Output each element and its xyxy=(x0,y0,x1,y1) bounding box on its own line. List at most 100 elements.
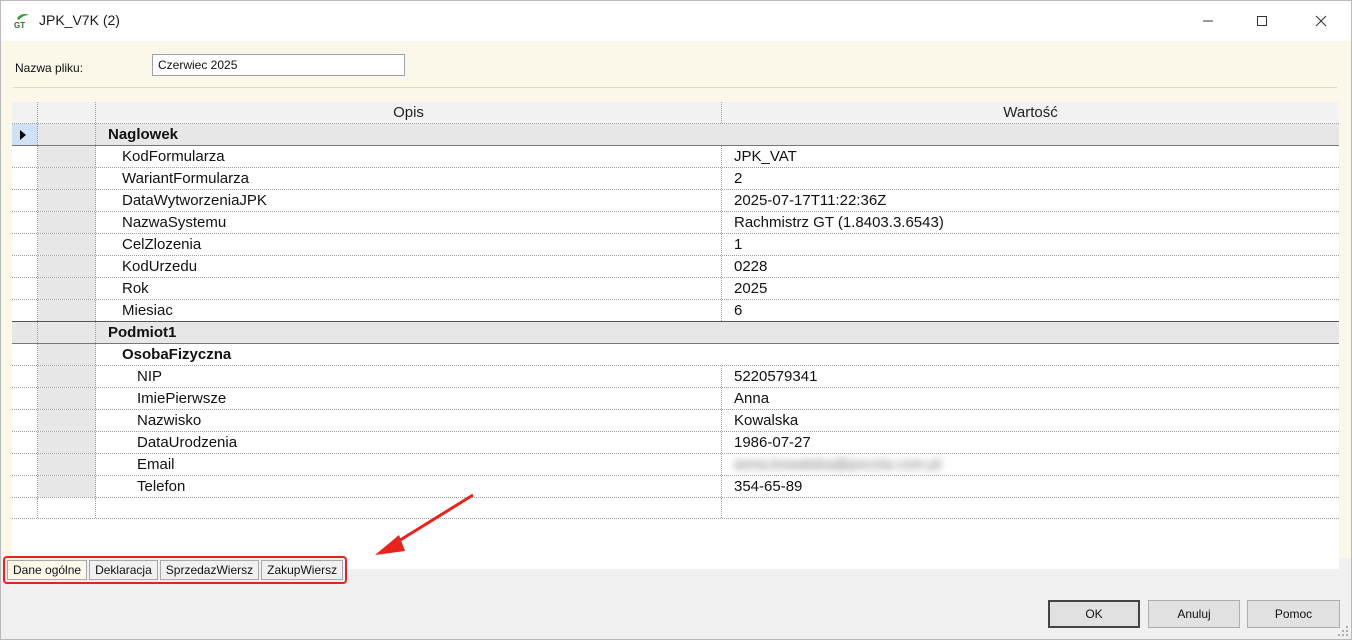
field-label: WariantFormularza xyxy=(96,168,722,189)
field-label: Miesiac xyxy=(96,300,722,321)
table-row[interactable]: NazwaSystemu Rachmistrz GT (1.8403.3.654… xyxy=(12,212,1339,234)
table-row[interactable]: DataUrodzenia 1986-07-27 xyxy=(12,432,1339,454)
table-row[interactable]: KodFormularza JPK_VAT xyxy=(12,146,1339,168)
table-row[interactable]: Telefon 354-65-89 xyxy=(12,476,1339,498)
table-row[interactable]: Miesiac 6 xyxy=(12,300,1339,322)
minimize-button[interactable] xyxy=(1185,1,1231,41)
tab-zakupwiersz[interactable]: ZakupWiersz xyxy=(261,560,344,580)
dialog-window: GT JPK_V7K (2) Nazwa pliku: Opis Wartość xyxy=(0,0,1352,640)
field-value[interactable]: 2 xyxy=(722,168,1339,189)
group-row-naglowek[interactable]: Naglowek xyxy=(12,124,1339,146)
resize-grip-icon[interactable] xyxy=(1337,625,1349,637)
field-value[interactable]: 1986-07-27 xyxy=(722,432,1339,453)
field-value[interactable]: JPK_VAT xyxy=(722,146,1339,167)
field-label: Rok xyxy=(96,278,722,299)
row-selector[interactable] xyxy=(12,278,38,299)
field-label: KodUrzedu xyxy=(96,256,722,277)
row-selector[interactable] xyxy=(12,124,38,145)
table-row[interactable]: Email anna.kowalska@poczta.com.pl xyxy=(12,454,1339,476)
row-selector[interactable] xyxy=(12,322,38,343)
tab-deklaracja[interactable]: Deklaracja xyxy=(89,560,158,580)
group-label: Naglowek xyxy=(108,126,179,143)
redacted-email: anna.kowalska@poczta.com.pl xyxy=(734,456,941,473)
subgroup-row-osobafizyczna[interactable]: OsobaFizyczna xyxy=(12,344,1339,366)
row-selector[interactable] xyxy=(12,432,38,453)
ok-button[interactable]: OK xyxy=(1048,600,1140,628)
table-row[interactable]: WariantFormularza 2 xyxy=(12,168,1339,190)
indent-cell xyxy=(38,300,96,321)
field-label: DataUrodzenia xyxy=(96,432,722,453)
table-row[interactable]: KodUrzedu 0228 xyxy=(12,256,1339,278)
field-value[interactable]: 5220579341 xyxy=(722,366,1339,387)
row-selector[interactable] xyxy=(12,388,38,409)
field-value-empty[interactable] xyxy=(722,498,1339,518)
table-row[interactable]: NIP 5220579341 xyxy=(12,366,1339,388)
minimize-icon xyxy=(1203,20,1213,22)
field-value-redacted[interactable]: anna.kowalska@poczta.com.pl xyxy=(722,454,1339,475)
field-label: NazwaSystemu xyxy=(96,212,722,233)
field-label: KodFormularza xyxy=(96,146,722,167)
field-label: Nazwisko xyxy=(96,410,722,431)
row-selector[interactable] xyxy=(12,454,38,475)
row-selector[interactable] xyxy=(12,300,38,321)
help-button[interactable]: Pomoc xyxy=(1247,600,1340,628)
gt-app-icon: GT xyxy=(14,14,29,30)
tab-dane-ogolne[interactable]: Dane ogólne xyxy=(7,560,88,580)
field-value[interactable]: 6 xyxy=(722,300,1339,321)
subgroup-label: OsobaFizyczna xyxy=(96,344,1339,365)
jpk-grid[interactable]: Opis Wartość Naglowek KodFormularza JPK_… xyxy=(12,102,1339,569)
group-row-podmiot1[interactable]: Podmiot1 xyxy=(12,322,1339,344)
row-selector[interactable] xyxy=(12,234,38,255)
field-value[interactable]: 354-65-89 xyxy=(722,476,1339,497)
file-name-input[interactable] xyxy=(152,54,405,76)
row-selector[interactable] xyxy=(12,168,38,189)
table-row-empty[interactable] xyxy=(12,498,1339,519)
column-header-wartosc[interactable]: Wartość xyxy=(722,102,1339,123)
table-row[interactable]: Rok 2025 xyxy=(12,278,1339,300)
column-header-opis[interactable]: Opis xyxy=(96,102,722,123)
indent-cell xyxy=(38,212,96,233)
field-value[interactable]: 2025 xyxy=(722,278,1339,299)
row-selector[interactable] xyxy=(12,366,38,387)
title-bar[interactable]: GT JPK_V7K (2) xyxy=(1,1,1351,41)
field-value[interactable]: 2025-07-17T11:22:36Z xyxy=(722,190,1339,211)
field-label: Email xyxy=(96,454,722,475)
table-row[interactable]: DataWytworzeniaJPK 2025-07-17T11:22:36Z xyxy=(12,190,1339,212)
field-value[interactable]: 1 xyxy=(722,234,1339,255)
field-label: DataWytworzeniaJPK xyxy=(96,190,722,211)
row-selector[interactable] xyxy=(12,146,38,167)
row-selector[interactable] xyxy=(12,256,38,277)
field-value[interactable]: 0228 xyxy=(722,256,1339,277)
table-row[interactable]: ImiePierwsze Anna xyxy=(12,388,1339,410)
row-selector[interactable] xyxy=(12,190,38,211)
indent-cell xyxy=(38,344,96,365)
group-label: Podmiot1 xyxy=(108,324,177,341)
table-row[interactable]: CelZlozenia 1 xyxy=(12,234,1339,256)
cancel-button[interactable]: Anuluj xyxy=(1148,600,1240,628)
table-row[interactable]: Nazwisko Kowalska xyxy=(12,410,1339,432)
indent-cell xyxy=(38,432,96,453)
row-selector[interactable] xyxy=(12,212,38,233)
row-selector[interactable] xyxy=(12,410,38,431)
indent-cell xyxy=(38,322,96,343)
row-selector[interactable] xyxy=(12,344,38,365)
field-label: NIP xyxy=(96,366,722,387)
annotation-arrow-icon xyxy=(375,493,474,555)
field-value[interactable]: Anna xyxy=(722,388,1339,409)
close-button[interactable] xyxy=(1298,1,1344,41)
indent-cell xyxy=(38,278,96,299)
indent-cell xyxy=(38,168,96,189)
row-selector[interactable] xyxy=(12,476,38,497)
indent-cell xyxy=(38,234,96,255)
indent-cell xyxy=(38,190,96,211)
field-value[interactable]: Kowalska xyxy=(722,410,1339,431)
tab-sprzedazwiersz[interactable]: SprzedazWiersz xyxy=(159,560,260,580)
file-name-label: Nazwa pliku: xyxy=(15,61,84,75)
indent-cell xyxy=(38,388,96,409)
maximize-button[interactable] xyxy=(1239,1,1285,41)
separator xyxy=(13,87,1337,88)
field-label: CelZlozenia xyxy=(96,234,722,255)
row-selector[interactable] xyxy=(12,498,38,518)
indent-cell xyxy=(38,146,96,167)
field-value[interactable]: Rachmistrz GT (1.8403.3.6543) xyxy=(722,212,1339,233)
